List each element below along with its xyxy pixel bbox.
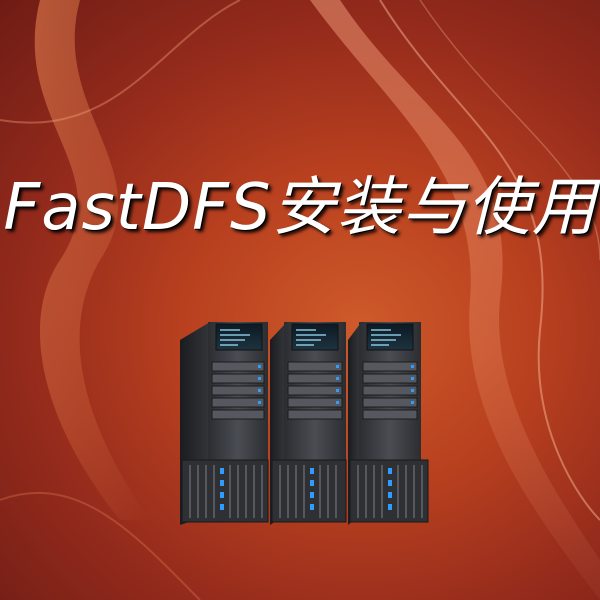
- server-unit-2: [270, 322, 347, 525]
- cover-title: FastDFS安装与使用: [3, 171, 597, 245]
- server-rack-icon: [180, 322, 429, 525]
- swoosh-band-left: [34, 0, 151, 520]
- cover-canvas: FastDFS安装与使用: [0, 0, 600, 600]
- server-unit-3: [348, 322, 429, 525]
- server-unit-1: [180, 322, 269, 525]
